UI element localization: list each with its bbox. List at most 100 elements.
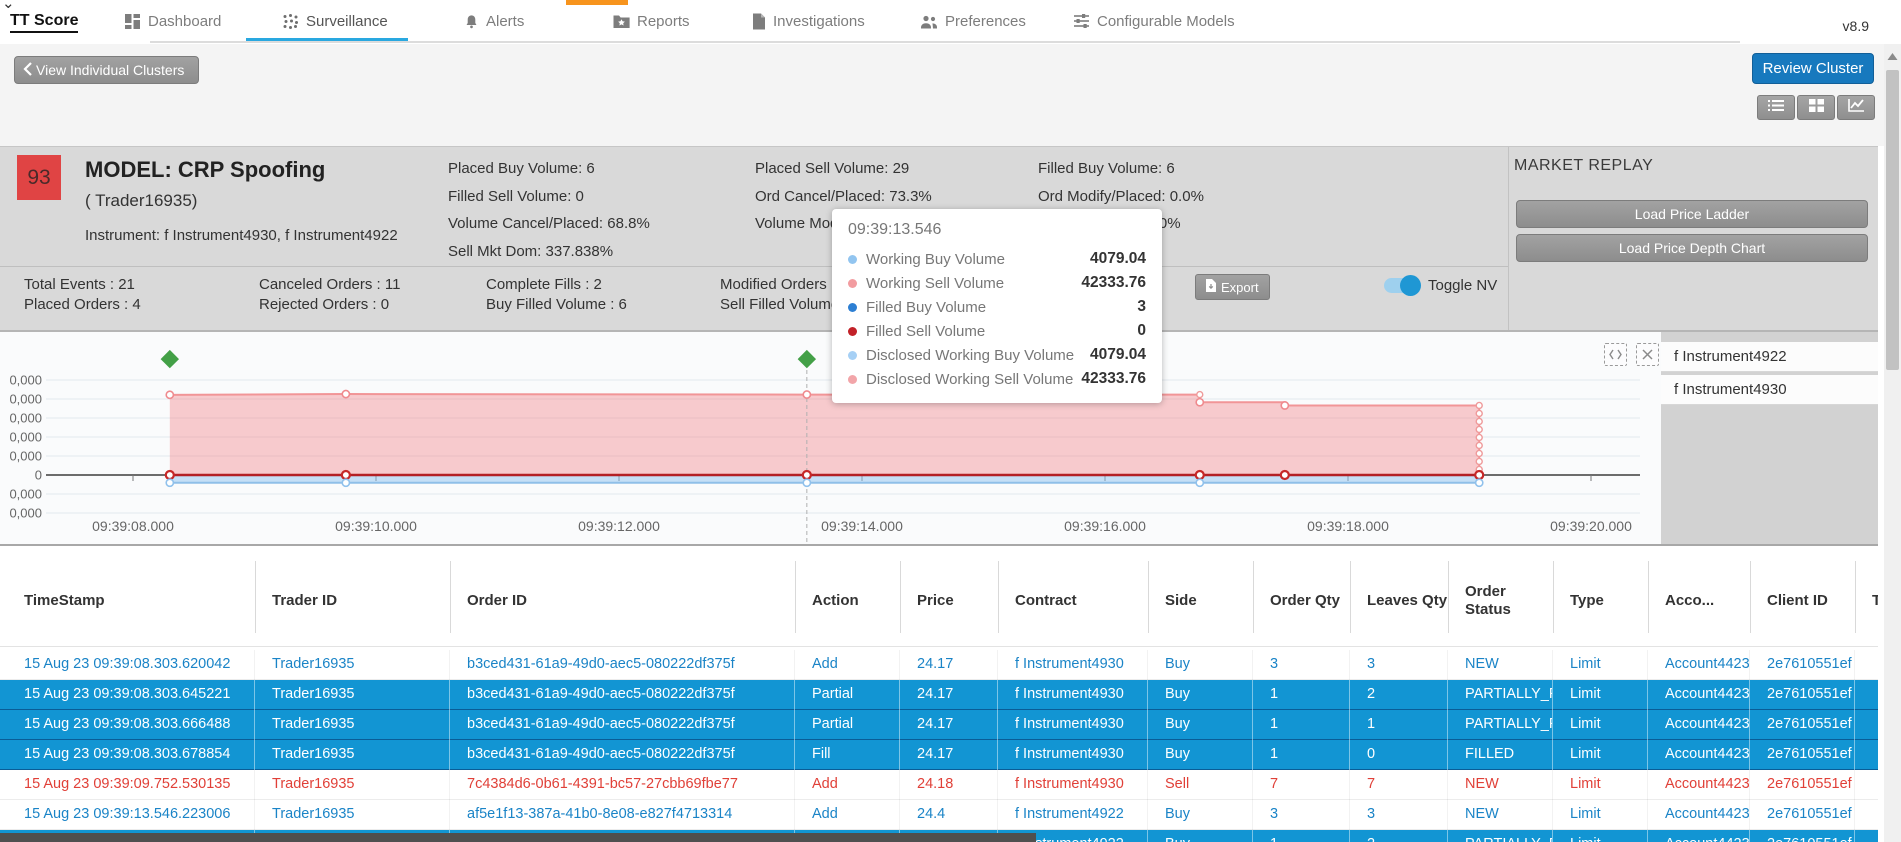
header-separator [450,561,451,633]
legend-item-f-instrument4922[interactable]: f Instrument4922 [1661,342,1878,372]
load-price-ladder-button[interactable]: Load Price Ladder [1516,200,1868,228]
svg-text:09:39:20.000: 09:39:20.000 [1550,518,1632,534]
stat-item: Ord Cancel/Placed: 73.3% [755,183,946,211]
export-button[interactable]: Export [1195,274,1270,300]
header-separator [998,561,999,633]
toggle-nv-label: Toggle NV [1428,277,1497,294]
back-button-label: View Individual Clusters [36,62,184,78]
reports-icon [613,14,630,29]
column-header-order-qty[interactable]: Order Qty [1270,556,1350,646]
table-cell: 1 [1350,710,1448,740]
list-view-button[interactable] [1757,95,1795,120]
column-header-action[interactable]: Action [812,556,900,646]
table-cell [1855,800,1878,830]
nav-item-configurable-models[interactable]: Configurable Models [1073,0,1235,42]
column-header-trader-id[interactable]: Trader ID [272,556,450,646]
series-dot-icon [848,351,857,360]
column-header-client-id[interactable]: Client ID [1767,556,1855,646]
legend-item-f-instrument4930[interactable]: f Instrument4930 [1661,375,1878,405]
table-cell: Account4423 [1648,740,1750,770]
column-header-t-[interactable]: T... [1872,556,1878,646]
table-cell: 2 [1350,680,1448,710]
table-cell: 15 Aug 23 09:39:08.303.666488 [0,710,255,740]
nav-item-reports[interactable]: Reports [613,0,690,42]
nav-item-dashboard[interactable]: Dashboard [124,0,221,42]
top-orange-strip [566,0,628,5]
table-cell: Limit [1553,830,1648,842]
table-row[interactable]: 15 Aug 23 09:39:13.546.223006Trader16935… [0,800,1878,830]
toggle-nv-switch[interactable] [1384,278,1418,293]
table-row[interactable]: 15 Aug 23 09:39:08.303.678854Trader16935… [0,740,1878,770]
svg-text:0,000: 0,000 [9,411,42,426]
line-chart-icon [1848,99,1864,117]
svg-text:09:39:16.000: 09:39:16.000 [1064,518,1146,534]
volume-chart[interactable]: 0,0000,0000,0000,0000,00000,0000,00009:3… [0,332,1661,546]
table-cell: 2e7610551ef [1750,740,1855,770]
summary-item: Rejected Orders : 0 [259,295,400,315]
table-row[interactable]: 15 Aug 23 09:39:08.303.645221Trader16935… [0,680,1878,710]
grid-view-button[interactable] [1797,95,1835,120]
score-badge: 93 [17,155,61,200]
series-dot-icon [848,375,857,384]
vertical-scrollbar-thumb[interactable] [1886,70,1899,370]
column-header-price[interactable]: Price [917,556,998,646]
sliders-icon [1073,13,1090,29]
top-nav: ⌄ TT Score DashboardSurveillanceAlertsRe… [0,0,1901,44]
chevron-left-icon [23,62,32,79]
column-header-contract[interactable]: Contract [1015,556,1148,646]
column-header-order-id[interactable]: Order ID [467,556,795,646]
export-file-icon [1206,279,1216,295]
table-cell [1855,830,1878,842]
tooltip-series-label: Working Buy Volume [866,251,1090,268]
table-cell: Add [795,650,900,680]
table-cell: FILLED [1448,740,1553,770]
document-icon [752,13,766,30]
table-cell: NEW [1448,650,1553,680]
nav-item-alerts[interactable]: Alerts [464,0,524,42]
table-cell: PARTIALLY_FILLED [1448,710,1553,740]
scroll-up-icon[interactable] [1886,50,1899,62]
nav-item-investigations[interactable]: Investigations [752,0,865,42]
table-cell: 15 Aug 23 09:39:13.546.223006 [0,800,255,830]
summary-item: Canceled Orders : 11 [259,275,400,295]
table-row[interactable]: 15 Aug 23 09:39:08.303.666488Trader16935… [0,710,1878,740]
column-header-type[interactable]: Type [1570,556,1648,646]
nav-item-surveillance[interactable]: Surveillance [282,0,388,42]
stats-column-1: Placed Buy Volume: 6Filled Sell Volume: … [448,155,650,265]
horizontal-scrollbar-thumb[interactable] [0,833,1036,842]
table-cell: Account4423 [1648,770,1750,800]
summary-item: Complete Fills : 2 [486,275,627,295]
svg-text:0,000: 0,000 [9,373,42,388]
table-cell: Trader16935 [255,740,450,770]
column-header-side[interactable]: Side [1165,556,1253,646]
header-separator [1648,561,1649,633]
header-separator [1553,561,1554,633]
brand-tt-score[interactable]: TT Score [10,12,78,33]
chart-pan-icon[interactable] [1604,343,1627,366]
table-row[interactable]: 15 Aug 23 09:39:08.303.620042Trader16935… [0,650,1878,680]
column-header-order-status[interactable]: Order Status [1465,556,1553,646]
column-header-leaves-qty[interactable]: Leaves Qty [1367,556,1448,646]
chart-view-button[interactable] [1837,95,1875,120]
column-header-timestamp[interactable]: TimeStamp [24,556,255,646]
view-individual-clusters-button[interactable]: View Individual Clusters [14,56,199,84]
svg-text:0,000: 0,000 [9,430,42,445]
table-cell: b3ced431-61a9-49d0-aec5-080222df375f [450,680,795,710]
chart-reset-zoom-icon[interactable] [1636,343,1659,366]
column-header-acco-[interactable]: Acco... [1665,556,1750,646]
svg-text:0,000: 0,000 [9,506,42,521]
nav-divider [150,41,1740,43]
review-cluster-button[interactable]: Review Cluster [1752,53,1874,84]
table-cell: 2e7610551ef [1750,800,1855,830]
table-cell: PARTIALLY_FILLED [1448,680,1553,710]
table-cell: Fill [795,740,900,770]
table-cell: Account4423 [1648,830,1750,842]
nav-item-preferences[interactable]: Preferences [920,0,1026,42]
table-cell: f Instrument4930 [998,650,1148,680]
table-cell [1855,650,1878,680]
load-price-depth-chart-button[interactable]: Load Price Depth Chart [1516,234,1868,262]
table-cell: f Instrument4930 [998,770,1148,800]
table-row[interactable]: 15 Aug 23 09:39:09.752.530135Trader16935… [0,770,1878,800]
vertical-scrollbar[interactable] [1884,44,1901,842]
table-cell: 2 [1350,830,1448,842]
